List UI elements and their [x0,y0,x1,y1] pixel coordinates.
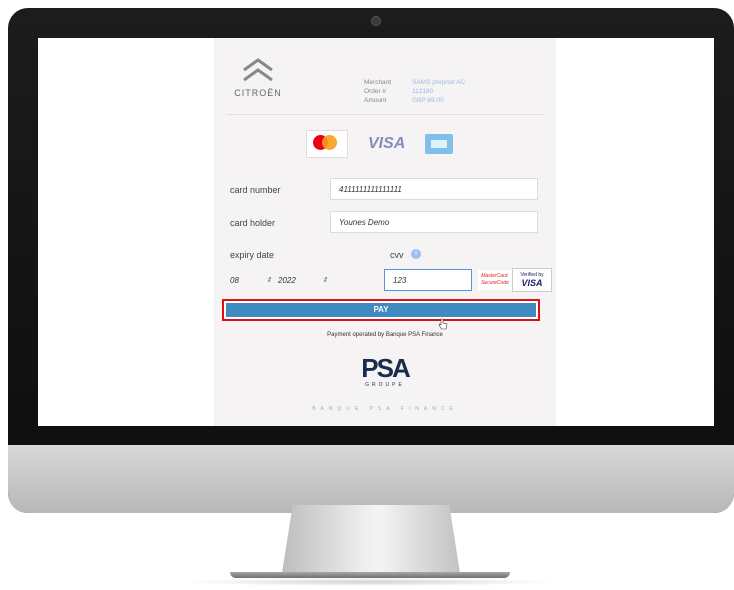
mastercard-securecode-badge: MasterCard. SecureCode [478,270,512,290]
card-holder-label: card holder [230,218,276,228]
merchant-value: SAMS preprod AC [412,79,466,86]
mastercard-icon[interactable] [306,130,348,158]
brand-name: CITROËN [234,88,282,98]
order-value: 112180 [412,88,434,95]
operated-by-text: Payment operated by Banque PSA Finance [327,332,443,338]
card-number-label: card number [230,185,281,195]
select-arrows-icon: ⇕ [322,277,328,284]
securecode-line1: MasterCard. [481,273,509,279]
pay-button[interactable]: PAY [226,303,536,317]
amount-label: Amount [364,97,387,104]
verified-by-text: Verified by [520,272,544,278]
expiry-month-select[interactable]: 08 ⇕ [230,270,274,292]
verified-by-visa-badge: Verified by VISA [512,268,552,292]
carte-bancaire-icon[interactable] [425,134,454,154]
payment-panel: CITROËN Merchant SAMS preprod AC Order # 1… [214,38,556,426]
order-label: Order # [364,88,387,95]
psa-logo-text: PSA [361,353,410,383]
merchant-label: Merchant [364,79,392,86]
expiry-month-value: 08 [230,276,239,285]
cvv-label: cvv [390,250,404,260]
select-arrows-icon: ⇕ [266,277,272,284]
info-icon[interactable]: i [411,249,421,259]
merchant-info: Merchant SAMS preprod AC Order # 112180 Am… [364,78,465,105]
monitor-frame: CITROËN Merchant SAMS preprod AC Order # 1… [8,8,734,513]
monitor-shadow [180,578,560,586]
verified-visa-text: VISA [521,278,543,288]
amount-value: GBP 69.00 [412,97,444,104]
citroen-chevrons-icon [243,58,273,82]
expiry-year-select[interactable]: 2022 ⇕ [278,270,330,292]
card-holder-input[interactable]: Younes Demo [330,211,538,233]
expiry-date-label: expiry date [230,250,275,260]
monitor-chin [8,445,734,513]
cvv-input[interactable]: 123 [384,269,472,291]
psa-groupe-text: GROUPE [365,382,405,388]
pay-highlight-box: PAY [222,299,540,321]
webcam-icon [371,16,381,26]
header-divider [226,114,544,115]
monitor-stand [282,505,460,573]
card-number-input[interactable]: 4111111111111111 [330,178,538,200]
monitor-screen: CITROËN Merchant SAMS preprod AC Order # 1… [38,38,714,426]
citroen-logo: CITROËN [228,56,288,106]
visa-icon[interactable]: VISA [368,135,405,153]
expiry-year-value: 2022 [278,276,296,285]
bank-name: BANQUE PSA FINANCE [312,406,458,412]
psa-logo: PSA GROUPE [345,354,425,388]
securecode-line2: SecureCode [481,280,509,286]
accepted-cards: VISA [306,130,454,158]
hand-cursor-icon [438,318,448,330]
